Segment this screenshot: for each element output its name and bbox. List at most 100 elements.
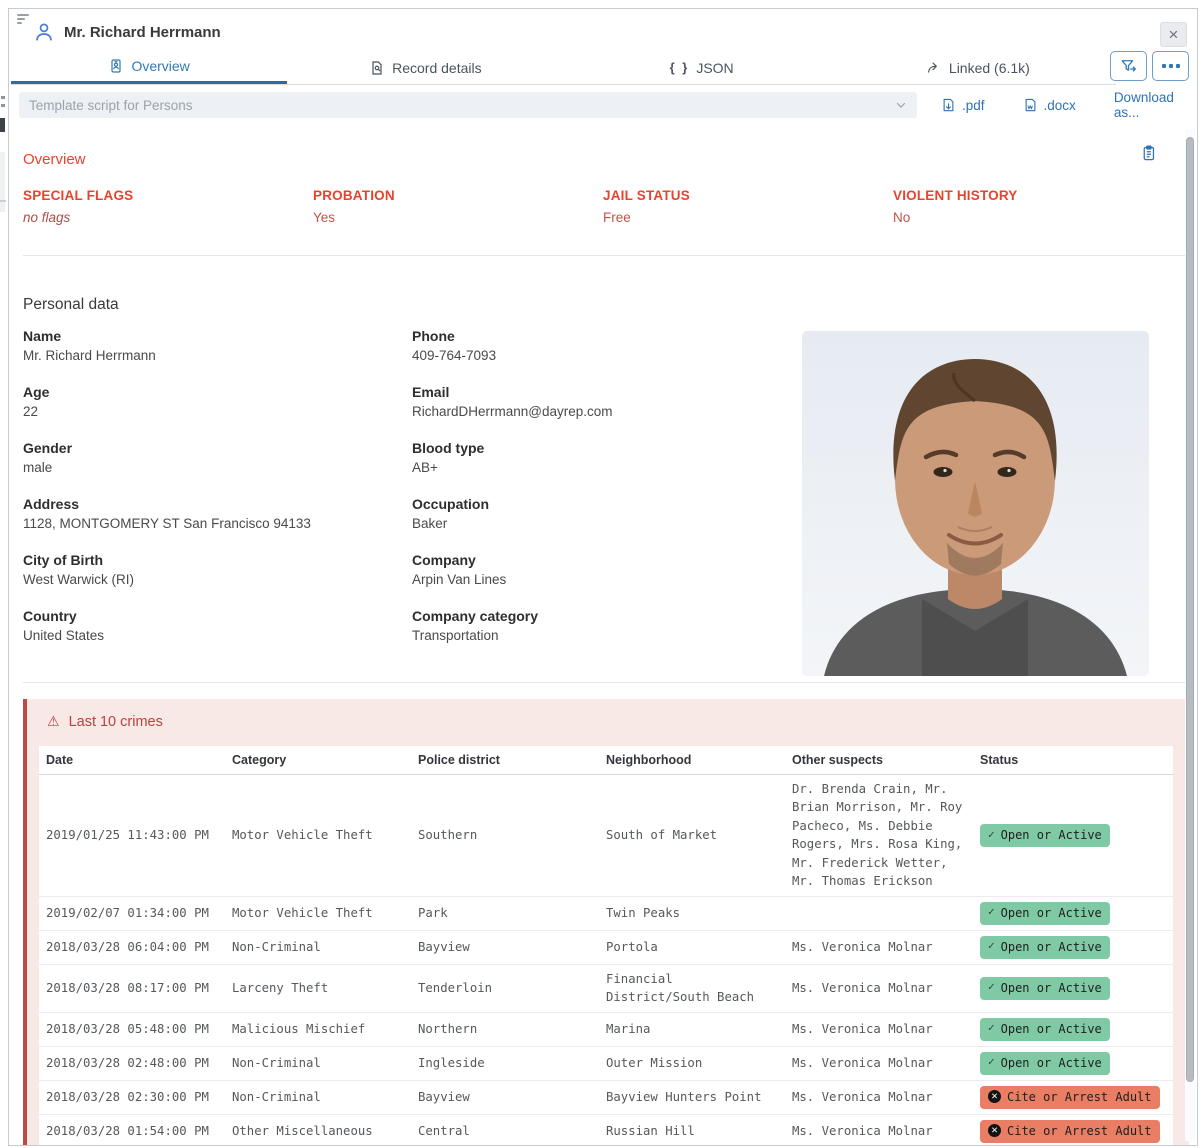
status-badge: ✓Open or Active [980, 824, 1110, 847]
cell-status: ✓ Open or Active [973, 930, 1173, 964]
section-divider [23, 682, 1189, 683]
crimes-table: DateCategoryPolice districtNeighborhoodO… [39, 746, 1173, 1146]
field-value: West Warwick (RI) [23, 572, 412, 587]
template-select-placeholder: Template script for Persons [29, 98, 895, 113]
cell-status: ✕Cite or Arrest Adult [973, 1080, 1173, 1114]
braces-icon: { } [670, 60, 690, 75]
cell-date: 2018/03/28 06:04:00 PM [39, 930, 225, 964]
cell-suspects: Ms. Veronica Molnar [785, 930, 973, 964]
overview-flags-row: SPECIAL FLAGS no flags PROBATION Yes JAI… [15, 188, 1183, 225]
status-label: Open or Active [1001, 938, 1102, 956]
tab-json[interactable]: { } JSON [564, 51, 840, 84]
table-row: 2018/03/28 06:04:00 PMNon-CriminalBayvie… [39, 930, 1173, 964]
field-value: 1128, MONTGOMERY ST San Francisco 94133 [23, 516, 412, 531]
status-badge: ✕Cite or Arrest Adult [980, 1086, 1160, 1109]
personal-field: City of Birth West Warwick (RI) [23, 552, 412, 587]
check-icon: ✓ [988, 938, 995, 955]
cell-status: ✓Open or Active [973, 964, 1173, 1012]
close-button[interactable]: × [1160, 22, 1187, 47]
field-value: AB+ [412, 460, 802, 475]
cell-date: 2018/03/28 01:54:00 PM [39, 1114, 225, 1146]
cell-date: 2018/03/28 02:30:00 PM [39, 1080, 225, 1114]
tab-json-label: JSON [696, 60, 733, 76]
field-label: City of Birth [23, 552, 412, 568]
table-row: 2018/03/28 02:30:00 PMNon-CriminalBayvie… [39, 1080, 1173, 1114]
personal-field: Gender male [23, 440, 412, 475]
cell-district: Central [411, 1114, 599, 1146]
field-label: Company category [412, 608, 802, 624]
field-label: Country [23, 608, 412, 624]
field-value: United States [23, 628, 412, 643]
download-docx-link[interactable]: .docx [1023, 97, 1076, 113]
field-label: Age [23, 384, 412, 400]
person-photo [802, 331, 1149, 676]
id-badge-icon [108, 58, 124, 74]
column-header: Neighborhood [599, 746, 785, 775]
warning-icon: ⚠ [47, 713, 60, 730]
tab-record-details[interactable]: Record details [287, 51, 563, 84]
scrollbar[interactable] [1185, 129, 1195, 1141]
pdf-file-icon [941, 97, 956, 113]
cell-category: Motor Vehicle Theft [225, 896, 411, 930]
personal-field: CompanyArpin Van Lines [412, 552, 802, 587]
check-icon: ✓ [988, 904, 995, 921]
personal-field: Country United States [23, 608, 412, 643]
personal-field: Blood type AB+ [412, 440, 802, 475]
cell-category: Motor Vehicle Theft [225, 775, 411, 897]
cell-district: Northern [411, 1012, 599, 1046]
cell-suspects: Ms. Veronica Molnar [785, 1080, 973, 1114]
tab-overview-label: Overview [131, 58, 189, 74]
status-badge: ✓Open or Active [980, 1052, 1110, 1075]
field-label: Email [412, 384, 802, 400]
table-row: 2018/03/28 01:54:00 PMOther Miscellaneou… [39, 1114, 1173, 1146]
table-row: 2018/03/28 05:48:00 PMMalicious Mischief… [39, 1012, 1173, 1046]
more-options-button[interactable] [1152, 51, 1189, 81]
scrollbar-thumb[interactable] [1186, 137, 1194, 1082]
ellipsis-icon [1162, 64, 1180, 68]
filter-export-button[interactable] [1110, 51, 1147, 81]
flag-jail-status: JAIL STATUS Free [603, 188, 893, 225]
background-artifact [0, 152, 5, 212]
personal-field: Phone409-764-7093 [412, 328, 802, 363]
field-value: Transportation [412, 628, 802, 643]
status-label: Open or Active [1001, 826, 1102, 844]
column-header: Status [973, 746, 1173, 775]
field-value: Arpin Van Lines [412, 572, 802, 587]
download-as-link[interactable]: Download as... [1114, 90, 1187, 120]
field-value: 22 [23, 404, 412, 419]
cell-date: 2018/03/28 05:48:00 PM [39, 1012, 225, 1046]
download-pdf-link[interactable]: .pdf [941, 97, 985, 113]
field-label: Gender [23, 440, 412, 456]
column-header: Other suspects [785, 746, 973, 775]
field-label: Name [23, 328, 412, 344]
section-divider [23, 255, 1189, 256]
tab-linked[interactable]: Linked (6.1k) [840, 51, 1116, 84]
field-value: Baker [412, 516, 802, 531]
personal-data-title: Personal data [15, 296, 1183, 314]
flag-special-flags: SPECIAL FLAGS no flags [23, 188, 313, 225]
tab-overview[interactable]: Overview [11, 51, 287, 84]
field-label: Blood type [412, 440, 802, 456]
status-badge: ✓Open or Active [980, 1018, 1110, 1041]
page-title: Mr. Richard Herrmann [64, 24, 221, 41]
cell-neighborhood: Twin Peaks [599, 896, 785, 930]
cell-district: Southern [411, 775, 599, 897]
template-script-select[interactable]: Template script for Persons [19, 92, 917, 118]
cell-neighborhood: Financial District/South Beach [599, 964, 785, 1012]
share-arrow-icon [926, 60, 942, 76]
tab-linked-label: Linked (6.1k) [949, 60, 1030, 76]
chevron-down-icon [895, 99, 907, 111]
field-label: Address [23, 496, 412, 512]
cell-neighborhood: Portola [599, 930, 785, 964]
cell-district: Ingleside [411, 1046, 599, 1080]
background-artifact [1, 104, 5, 107]
status-badge: ✓Open or Active [980, 977, 1110, 1000]
copy-to-clipboard-icon[interactable] [1140, 143, 1157, 162]
cell-neighborhood: Bayview Hunters Point [599, 1080, 785, 1114]
field-label: Occupation [412, 496, 802, 512]
personal-field: NameMr. Richard Herrmann [23, 328, 412, 363]
status-label: Open or Active [1001, 1020, 1102, 1038]
resize-grip-icon[interactable] [17, 14, 33, 28]
cell-neighborhood: Russian Hill [599, 1114, 785, 1146]
field-value: male [23, 460, 412, 475]
